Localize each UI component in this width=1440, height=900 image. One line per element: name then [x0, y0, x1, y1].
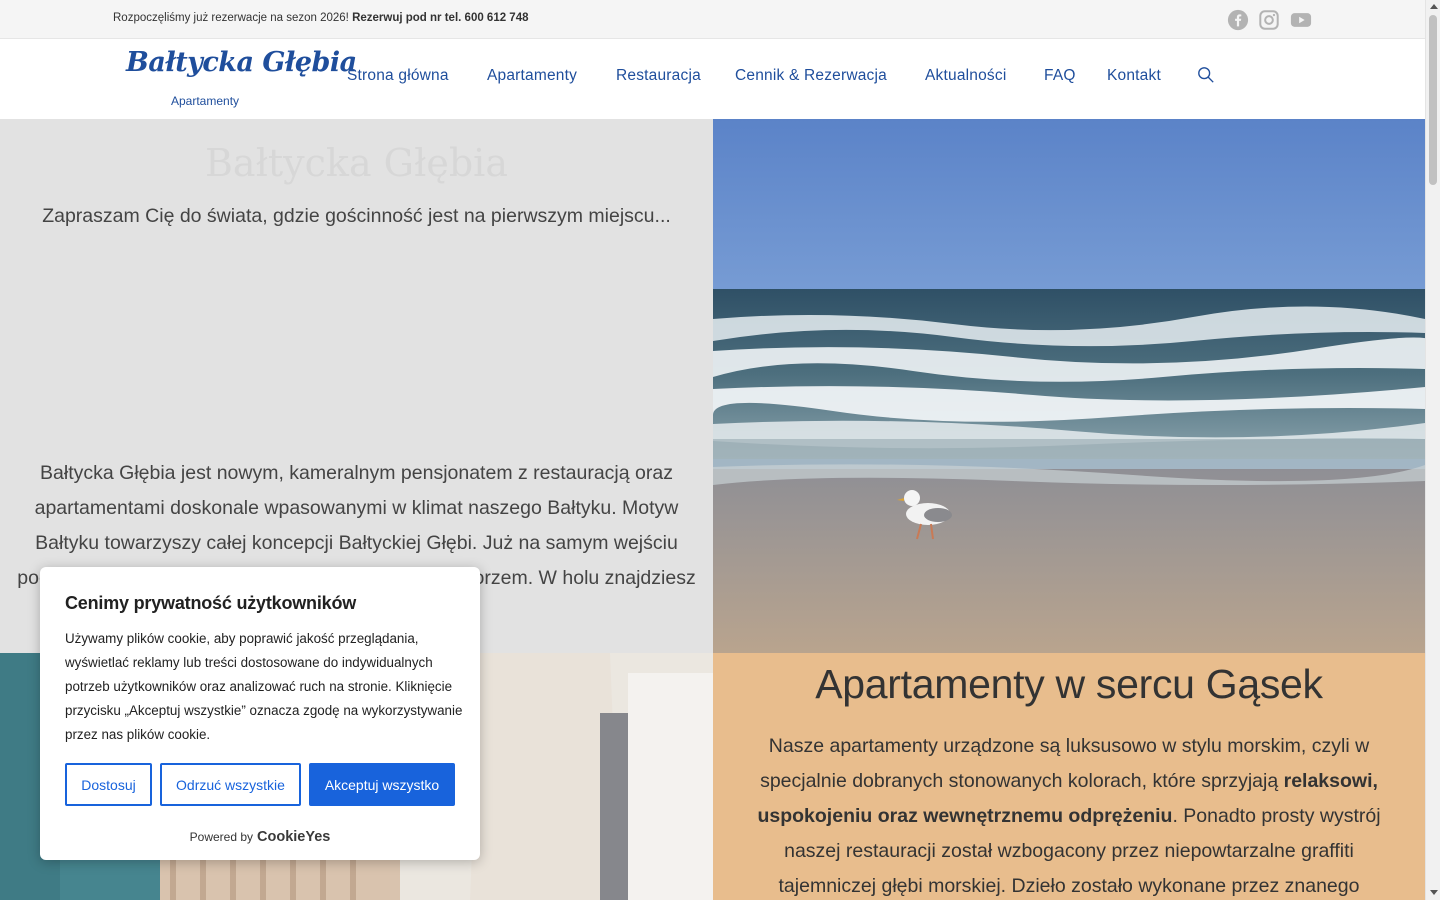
site-header: Bałtycka Głębia Apartamenty Strona główn…: [0, 39, 1425, 119]
customize-button[interactable]: Dostosuj: [65, 763, 152, 806]
instagram-icon[interactable]: [1258, 9, 1280, 31]
sea-photo: [713, 119, 1425, 653]
nav-contact[interactable]: Kontakt: [1107, 67, 1161, 85]
phone-number[interactable]: 600 612 748: [465, 12, 529, 24]
apartments-text-part1: Nasze apartamenty urządzone są luksusowo…: [760, 735, 1370, 792]
scroll-thumb[interactable]: [1429, 15, 1437, 185]
logo-title[interactable]: Bałtycka Głębia: [126, 47, 357, 78]
nav-restaurant[interactable]: Restauracja: [616, 67, 701, 85]
youtube-icon[interactable]: [1289, 9, 1313, 31]
reject-all-button[interactable]: Odrzuć wszystkie: [160, 763, 301, 806]
apartments-heading: Apartamenty w sercu Gąsek: [815, 661, 1323, 707]
cookieyes-logo[interactable]: CookieYes: [257, 829, 330, 845]
cookie-consent-banner: Cenimy prywatność użytkowników Używamy p…: [40, 567, 480, 860]
nav-apartments[interactable]: Apartamenty: [487, 67, 577, 85]
apartments-section: Apartamenty w sercu Gąsek Nasze apartame…: [713, 653, 1425, 900]
scroll-down-arrow-icon[interactable]: [1430, 890, 1438, 895]
nav-home[interactable]: Strona główna: [347, 67, 449, 85]
powered-by-label: Powered by: [189, 830, 254, 844]
nav-news[interactable]: Aktualności: [925, 67, 1006, 85]
nav-pricing[interactable]: Cennik & Rezerwacja: [735, 67, 887, 85]
scroll-up-arrow-icon[interactable]: [1430, 4, 1438, 9]
announcement-text: Rozpoczęliśmy już rezerwacje na sezon 20…: [113, 12, 349, 24]
powered-by: Powered by CookieYes: [40, 829, 480, 845]
facebook-icon[interactable]: [1227, 9, 1249, 31]
accept-all-button[interactable]: Akceptuj wszystko: [309, 763, 455, 806]
cookie-title: Cenimy prywatność użytkowników: [65, 593, 357, 613]
nav-faq[interactable]: FAQ: [1044, 67, 1076, 85]
hero-tagline: Zapraszam Cię do świata, gdzie gościnnoś…: [42, 205, 671, 227]
hero-title: Bałtycka Głębia: [205, 141, 508, 185]
page-scrollbar[interactable]: [1425, 0, 1440, 900]
apartments-text: Nasze apartamenty urządzone są luksusowo…: [739, 729, 1399, 900]
reserve-label: Rezerwuj pod nr tel.: [352, 12, 462, 24]
announcement: Rozpoczęliśmy już rezerwacje na sezon 20…: [113, 12, 529, 24]
logo-subtitle[interactable]: Apartamenty: [171, 94, 239, 108]
search-icon[interactable]: [1197, 66, 1215, 84]
cookie-description: Używamy plików cookie, aby poprawić jako…: [65, 631, 463, 742]
top-bar: Rozpoczęliśmy już rezerwacje na sezon 20…: [0, 0, 1425, 39]
